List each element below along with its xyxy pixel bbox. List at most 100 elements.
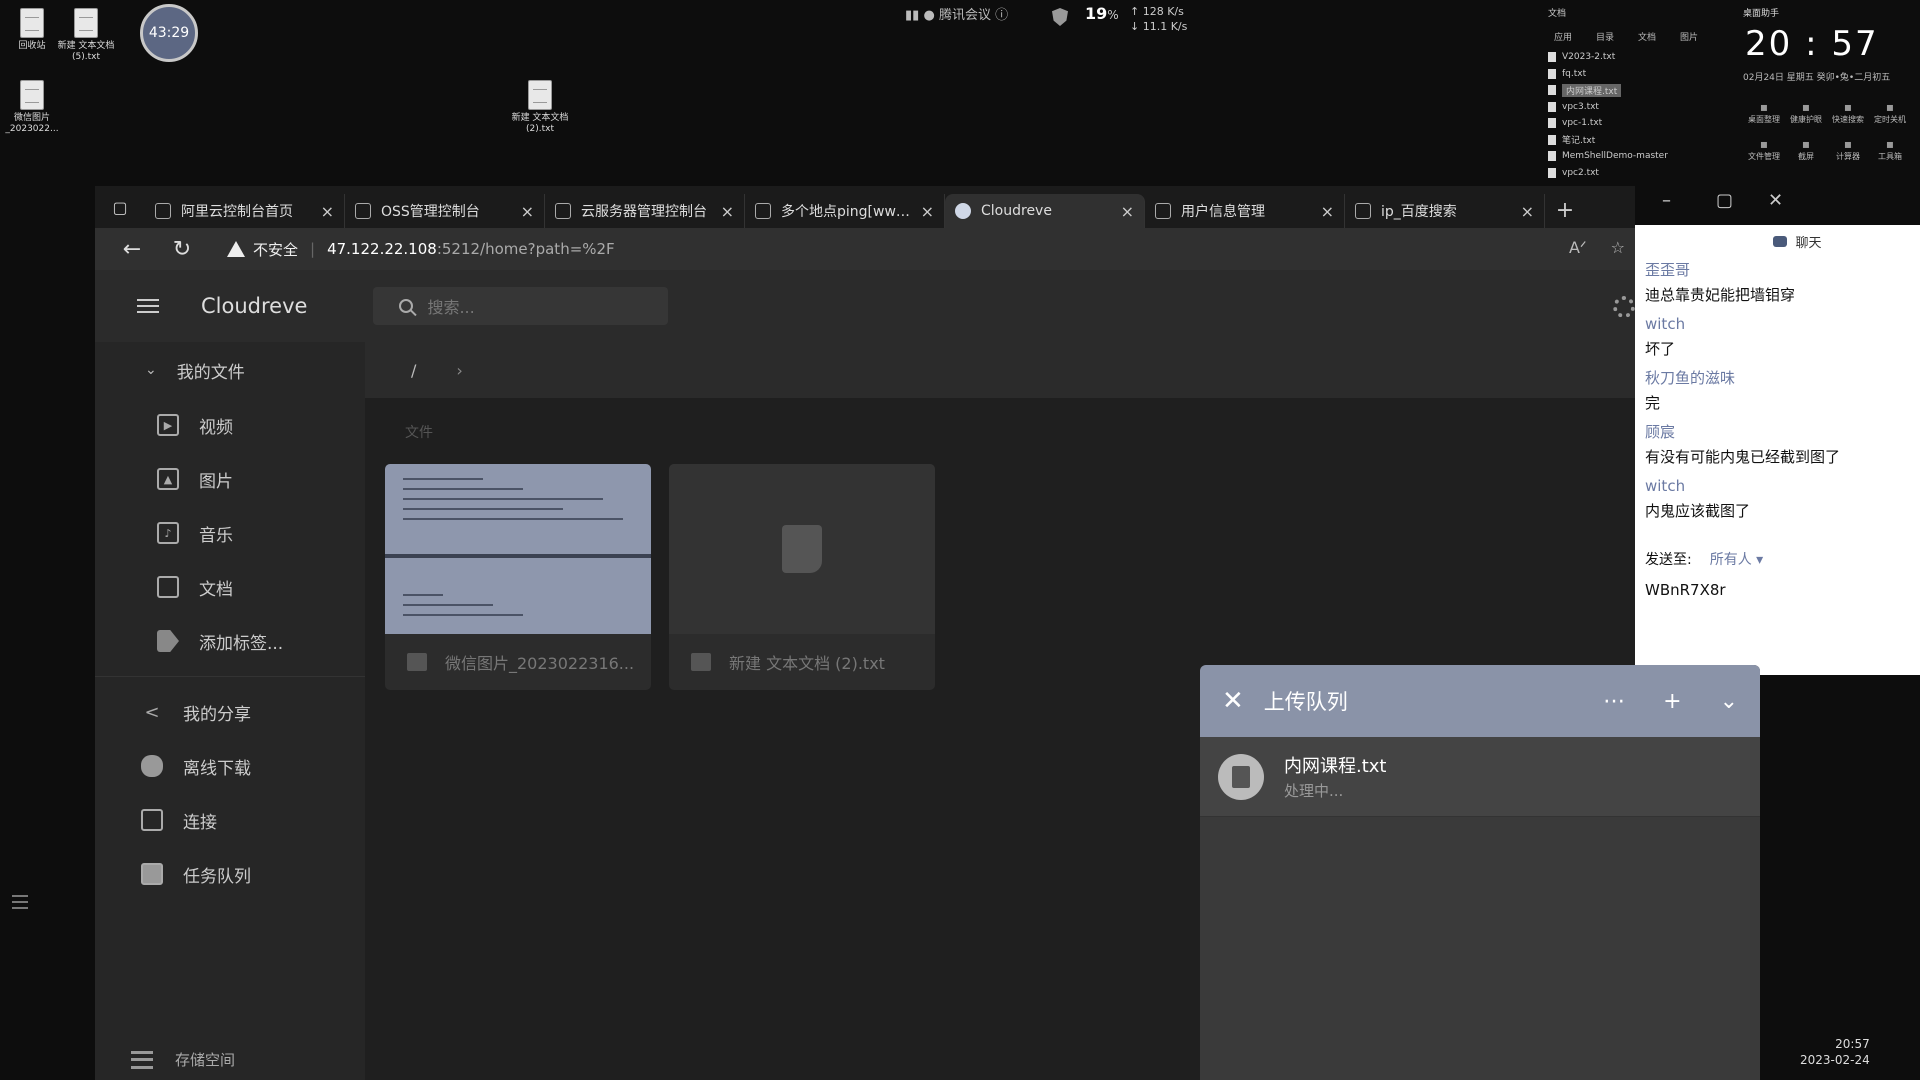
favorite-icon[interactable]: ☆ xyxy=(1611,238,1625,257)
chat-input[interactable]: WBnR7X8r xyxy=(1635,569,1920,611)
chat-icon xyxy=(1773,235,1788,247)
close-icon[interactable]: × xyxy=(721,202,734,221)
tab-actions-icon[interactable]: ▢ xyxy=(95,198,145,217)
sidebar-item-music[interactable]: ♪ 音乐 xyxy=(95,506,365,560)
send-to-label: 发送至: xyxy=(1645,552,1692,568)
close-window-button[interactable]: ✕ xyxy=(1768,190,1783,211)
close-icon[interactable]: × xyxy=(1121,202,1134,221)
file-panel-item[interactable]: V2023-2.txt xyxy=(1548,49,1730,66)
menu-icon[interactable] xyxy=(137,299,159,313)
tool-desktop-organize[interactable]: 桌面整理 xyxy=(1743,100,1785,125)
file-panel-item[interactable]: vpc-1.txt xyxy=(1548,115,1730,132)
clock-widget-title: 桌面助手 xyxy=(1743,9,1780,19)
sidebar-storage[interactable]: 存储空间 xyxy=(131,1049,235,1070)
tool-calculator[interactable]: 计算器 xyxy=(1827,137,1869,162)
more-icon[interactable]: ⋯ xyxy=(1603,689,1625,714)
settings-gear-icon[interactable] xyxy=(1613,296,1635,318)
sidebar-item-connect[interactable]: 连接 xyxy=(95,793,365,847)
desktop-icon-wechat-image[interactable]: 微信图片_2023022... xyxy=(0,80,64,135)
sidebar-item-offline-download[interactable]: 离线下载 xyxy=(95,739,365,793)
shield-icon xyxy=(1052,8,1068,26)
page-icon xyxy=(555,203,571,219)
file-panel-item[interactable]: 笔记.txt xyxy=(1548,132,1730,149)
file-panel-tab-images[interactable]: 图片 xyxy=(1680,30,1698,43)
send-to-select[interactable]: 所有人 ▾ xyxy=(1710,549,1763,569)
image-icon xyxy=(407,653,427,671)
meeting-indicator[interactable]: ▮▮ ● 腾讯会议 ⓘ xyxy=(905,4,1008,23)
cloud-download-icon xyxy=(141,755,163,777)
browser-tab-bar: ▢ 阿里云控制台首页 × OSS管理控制台 × 云服务器管理控制台 × 多个地点pin… xyxy=(95,186,1635,228)
search-input[interactable]: 搜索... xyxy=(373,287,669,325)
file-card[interactable]: 新建 文本文档 (2).txt xyxy=(669,464,935,690)
desktop-icon-text-file-2[interactable]: 新建 文本文档 (2).txt xyxy=(508,80,572,135)
reload-button[interactable]: ↻ xyxy=(157,237,207,262)
devices-icon xyxy=(141,809,163,831)
chat-title: 聊天 xyxy=(1795,235,1822,251)
chat-message: 歪歪哥 迪总靠贵妃能把墙钼穿 xyxy=(1645,261,1796,304)
file-panel-item[interactable]: MemShellDemo-master xyxy=(1548,148,1730,165)
tool-screenshot[interactable]: 截屏 xyxy=(1785,137,1827,162)
tab-cloudreve[interactable]: Cloudreve × xyxy=(945,194,1145,228)
close-icon[interactable]: × xyxy=(1321,202,1334,221)
sidebar-item-images[interactable]: ▲ 图片 xyxy=(95,452,365,506)
tool-timed-shutdown[interactable]: 定时关机 xyxy=(1869,100,1911,125)
search-icon xyxy=(399,299,414,313)
file-icon xyxy=(1548,167,1556,178)
file-panel-tab-docs[interactable]: 文档 xyxy=(1638,30,1656,43)
file-icon xyxy=(1548,52,1556,63)
file-panel-tab-apps[interactable]: 应用 xyxy=(1554,30,1572,43)
list-icon[interactable] xyxy=(12,895,28,913)
countdown-timer[interactable]: 43:29 xyxy=(140,4,198,62)
close-icon[interactable]: × xyxy=(321,202,334,221)
file-panel-item[interactable]: fq.txt xyxy=(1548,66,1730,83)
sidebar-item-task-queue[interactable]: 任务队列 xyxy=(95,847,365,901)
minimize-button[interactable]: – xyxy=(1662,190,1671,211)
close-icon[interactable]: × xyxy=(921,202,934,221)
section-label: 文件 xyxy=(405,425,433,441)
new-tab-button[interactable]: + xyxy=(1545,198,1585,223)
document-icon xyxy=(157,576,179,598)
read-aloud-icon[interactable]: Aᐟ xyxy=(1569,238,1587,257)
upload-item[interactable]: 内网课程.txt 处理中... xyxy=(1200,737,1760,817)
desktop-icon-text-file[interactable]: 新建 文本文档 (5).txt xyxy=(54,8,118,63)
chevron-down-icon[interactable]: ⌄ xyxy=(1720,689,1738,714)
close-icon[interactable]: ✕ xyxy=(1222,686,1244,716)
chevron-down-icon: ⌄ xyxy=(145,362,157,378)
tool-quick-search[interactable]: 快速搜索 xyxy=(1827,100,1869,125)
sidebar-item-docs[interactable]: 文档 xyxy=(95,560,365,614)
security-indicator[interactable]: 不安全 xyxy=(227,239,298,260)
file-icon xyxy=(1548,134,1556,145)
upload-status: 处理中... xyxy=(1284,782,1344,800)
close-icon[interactable]: × xyxy=(521,202,534,221)
sidebar-my-files[interactable]: ⌄ 我的文件 xyxy=(95,342,365,398)
file-panel-item[interactable]: vpc3.txt xyxy=(1548,99,1730,116)
tool-toolbox[interactable]: 工具箱 xyxy=(1869,137,1911,162)
app-title[interactable]: Cloudreve xyxy=(201,294,307,318)
close-icon[interactable]: × xyxy=(1521,202,1534,221)
tool-file-manager[interactable]: 文件管理 xyxy=(1743,137,1785,162)
upload-queue-title: 上传队列 xyxy=(1263,690,1348,714)
tool-eye-care[interactable]: 健康护眼 xyxy=(1785,100,1827,125)
taskbar-clock[interactable]: 20:57 2023-02-24 xyxy=(1800,1036,1870,1068)
network-monitor: 19% xyxy=(1085,4,1119,23)
tab-oss-console[interactable]: OSS管理控制台 × xyxy=(345,194,545,228)
add-icon[interactable]: + xyxy=(1663,689,1681,714)
tab-user-info[interactable]: 用户信息管理 × xyxy=(1145,194,1345,228)
url-field[interactable]: 47.122.22.108:5212/home?path=%2F xyxy=(327,240,615,258)
maximize-button[interactable]: ▢ xyxy=(1716,190,1733,211)
sidebar-item-video[interactable]: ▶ 视频 xyxy=(95,398,365,452)
sidebar-item-add-tag[interactable]: 添加标签... xyxy=(95,614,365,668)
tab-baidu-search[interactable]: ip_百度搜索 × xyxy=(1345,194,1545,228)
file-panel-tab-dirs[interactable]: 目录 xyxy=(1596,30,1614,43)
breadcrumb-root[interactable]: / xyxy=(411,361,416,380)
file-card[interactable]: 微信图片_2023022316... xyxy=(385,464,651,690)
back-button[interactable]: ← xyxy=(107,237,157,262)
tab-ecs-console[interactable]: 云服务器管理控制台 × xyxy=(545,194,745,228)
file-panel-item[interactable]: vpc2.txt xyxy=(1548,165,1730,182)
chevron-right-icon[interactable]: › xyxy=(456,361,462,380)
tab-multi-ping[interactable]: 多个地点ping[www.z...× xyxy=(745,194,945,228)
sidebar-item-share[interactable]: < 我的分享 xyxy=(95,685,365,739)
tab-aliyun-console[interactable]: 阿里云控制台首页 × xyxy=(145,194,345,228)
file-panel-item[interactable]: 内网课程.txt xyxy=(1548,82,1730,99)
file-icon xyxy=(1548,85,1556,96)
